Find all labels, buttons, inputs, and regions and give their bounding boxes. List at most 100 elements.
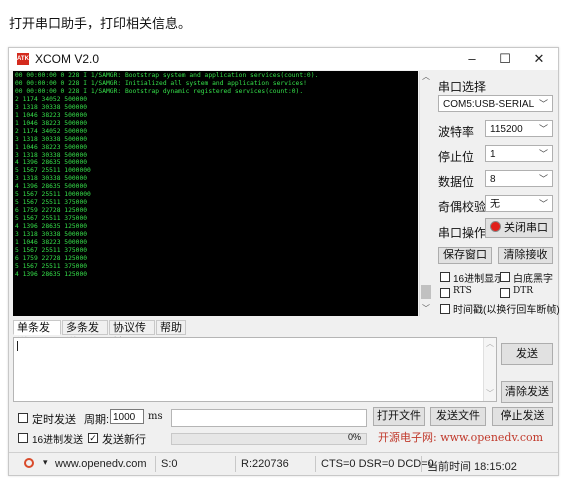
tab-multi-send[interactable]: 多条发送 — [62, 320, 108, 349]
scroll-up-icon[interactable]: ︿ — [484, 338, 496, 350]
timed-send-checkbox[interactable] — [18, 413, 28, 423]
parity-label: 奇偶校验 — [438, 200, 487, 214]
tab-single-send[interactable]: 单条发送 — [13, 320, 61, 349]
period-unit: ms — [148, 411, 163, 422]
timestamp-checkbox[interactable] — [440, 304, 450, 314]
stopbit-value: 1 — [490, 149, 496, 160]
scroll-down-icon[interactable]: ﹀ — [484, 388, 496, 400]
scroll-down-icon[interactable]: ﹀ — [420, 303, 432, 315]
send-input[interactable]: ︿ ﹀ — [13, 337, 497, 402]
receive-terminal[interactable]: 00 00:00:00 0 228 I 1/SAMGR: Bootstrap s… — [13, 71, 418, 316]
dtr-label: DTR — [513, 286, 533, 296]
file-path-input[interactable] — [171, 409, 367, 427]
clear-send-button[interactable]: 清除发送 — [501, 381, 553, 403]
terminal-scrollbar[interactable]: ︿ ﹀ — [419, 71, 432, 316]
port-select-value: COM5:USB-SERIAL — [443, 99, 535, 110]
send-scrollbar[interactable]: ︿ ﹀ — [483, 338, 496, 401]
send-newline-label: 发送新行 — [102, 434, 146, 446]
terminal-line: 5 1567 25511 375000 — [15, 199, 88, 207]
app-logo-icon: ATK — [17, 53, 29, 65]
terminal-line: 5 1567 25511 375000 — [15, 262, 88, 270]
terminal-line: 1 1046 38223 500000 — [15, 119, 88, 127]
terminal-line: 3 1318 30338 500000 — [15, 151, 88, 159]
terminal-line: 3 1318 30338 500000 — [15, 231, 88, 239]
terminal-line: 5 1567 25511 375000 — [15, 215, 88, 223]
terminal-line: 5 1567 25511 375000 — [15, 246, 88, 254]
terminal-line: 3 1318 30338 500000 — [15, 175, 88, 183]
timed-send-label: 定时发送 — [32, 414, 76, 426]
period-input[interactable]: 1000 — [110, 409, 144, 424]
stop-send-button[interactable]: 停止发送 — [492, 407, 553, 426]
close-port-label: 关闭串口 — [504, 222, 548, 234]
hex-send-checkbox[interactable] — [18, 433, 28, 443]
status-url[interactable]: www.openedv.com — [55, 458, 147, 470]
status-line-states: CTS=0 DSR=0 DCD=0 — [321, 458, 434, 470]
port-status-indicator-icon — [490, 221, 501, 232]
close-port-button[interactable]: 关闭串口 — [485, 218, 553, 238]
clear-receive-button[interactable]: 清除接收 — [498, 247, 553, 264]
terminal-line: 3 1318 30338 500000 — [15, 103, 88, 111]
open-file-button[interactable]: 打开文件 — [373, 407, 425, 426]
settings-gear-icon[interactable] — [24, 458, 34, 468]
parity-select[interactable]: 无 ﹀ — [485, 195, 553, 212]
port-select-label: 串口选择 — [438, 80, 487, 94]
tab-help[interactable]: 帮助 — [156, 320, 186, 335]
databit-select[interactable]: 8 ﹀ — [485, 170, 553, 187]
scroll-thumb[interactable] — [421, 285, 431, 299]
terminal-line: 4 1396 28635 125000 — [15, 223, 88, 231]
chevron-down-icon: ﹀ — [538, 149, 548, 159]
text-cursor — [17, 341, 18, 351]
dropdown-arrow-icon[interactable]: ▾ — [43, 457, 48, 468]
status-bar: ▾ www.openedv.com S:0 R:220736 CTS=0 DSR… — [9, 452, 558, 475]
tab-protocol[interactable]: 协议传输 — [109, 320, 155, 349]
status-divider — [235, 456, 236, 472]
terminal-line: 00 00:00:00 0 228 I 1/SAMGR: Bootstrap s… — [15, 72, 319, 79]
xcom-window: ATK XCOM V2.0 – ☐ ✕ 00 00:00:00 0 228 I … — [8, 47, 560, 476]
title-bar: ATK XCOM V2.0 – ☐ ✕ — [9, 48, 558, 70]
terminal-line: 00 00:00:00 0 228 I 1/SAMGR: Initialized… — [15, 79, 307, 87]
dtr-checkbox[interactable] — [500, 288, 510, 298]
chevron-down-icon: ﹀ — [538, 124, 548, 134]
databit-value: 8 — [490, 174, 496, 185]
terminal-line: 6 1759 22728 125000 — [15, 254, 88, 262]
terminal-line: 4 1396 28635 500000 — [15, 159, 88, 167]
terminal-line: 4 1396 28635 125000 — [15, 270, 88, 278]
maximize-icon[interactable]: ☐ — [490, 50, 520, 68]
hex-display-checkbox[interactable] — [440, 272, 450, 282]
status-sent-count: S:0 — [161, 458, 178, 470]
window-title: XCOM V2.0 — [35, 52, 100, 66]
chevron-down-icon: ﹀ — [538, 174, 548, 184]
save-window-button[interactable]: 保存窗口 — [438, 247, 492, 264]
baud-value: 115200 — [490, 124, 523, 135]
stopbit-select[interactable]: 1 ﹀ — [485, 145, 553, 162]
minimize-icon[interactable]: – — [457, 50, 487, 68]
terminal-line: 1 1046 38223 500000 — [15, 111, 88, 119]
terminal-line: 5 1567 25511 1000000 — [15, 167, 91, 175]
send-newline-checkbox[interactable]: ✓ — [88, 433, 98, 443]
timestamp-label: 时间戳(以换行回车断帧) — [453, 305, 560, 316]
terminal-line: 4 1396 28635 500000 — [15, 183, 88, 191]
chevron-down-icon: ﹀ — [538, 99, 548, 109]
parity-value: 无 — [490, 199, 500, 210]
scroll-up-icon[interactable]: ︿ — [420, 71, 432, 83]
chevron-down-icon: ﹀ — [538, 199, 548, 209]
white-black-checkbox[interactable] — [500, 272, 510, 282]
rts-checkbox[interactable] — [440, 288, 450, 298]
terminal-line: 1 1046 38223 500000 — [15, 143, 88, 151]
baud-label: 波特率 — [438, 125, 475, 139]
send-progress-bar — [171, 433, 367, 445]
status-divider — [155, 456, 156, 472]
baud-select[interactable]: 115200 ﹀ — [485, 120, 553, 137]
port-select[interactable]: COM5:USB-SERIAL ﹀ — [438, 95, 553, 112]
send-button[interactable]: 发送 — [501, 343, 553, 365]
terminal-line: 3 1318 30338 500000 — [15, 135, 88, 143]
send-file-button[interactable]: 发送文件 — [430, 407, 486, 426]
close-icon[interactable]: ✕ — [524, 50, 554, 68]
status-current-time: 当前时间 18:15:02 — [427, 461, 517, 473]
brand-text: 开源电子网: www.openedv.com — [378, 431, 544, 444]
databit-label: 数据位 — [438, 175, 475, 189]
hex-display-label: 16进制显示 — [453, 274, 505, 285]
terminal-line: 2 1174 34052 500000 — [15, 127, 88, 135]
progress-percent: 0% — [348, 432, 362, 442]
status-received-count: R:220736 — [241, 458, 289, 470]
